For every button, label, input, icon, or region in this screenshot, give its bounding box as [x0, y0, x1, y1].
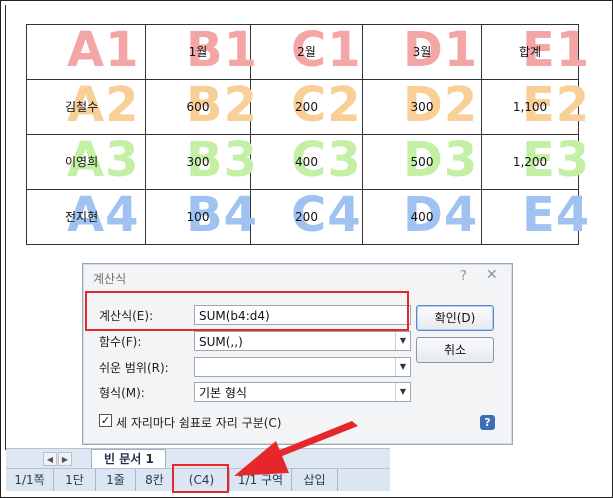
arrow-head [234, 441, 289, 476]
red-arrow-annotation [234, 421, 358, 476]
